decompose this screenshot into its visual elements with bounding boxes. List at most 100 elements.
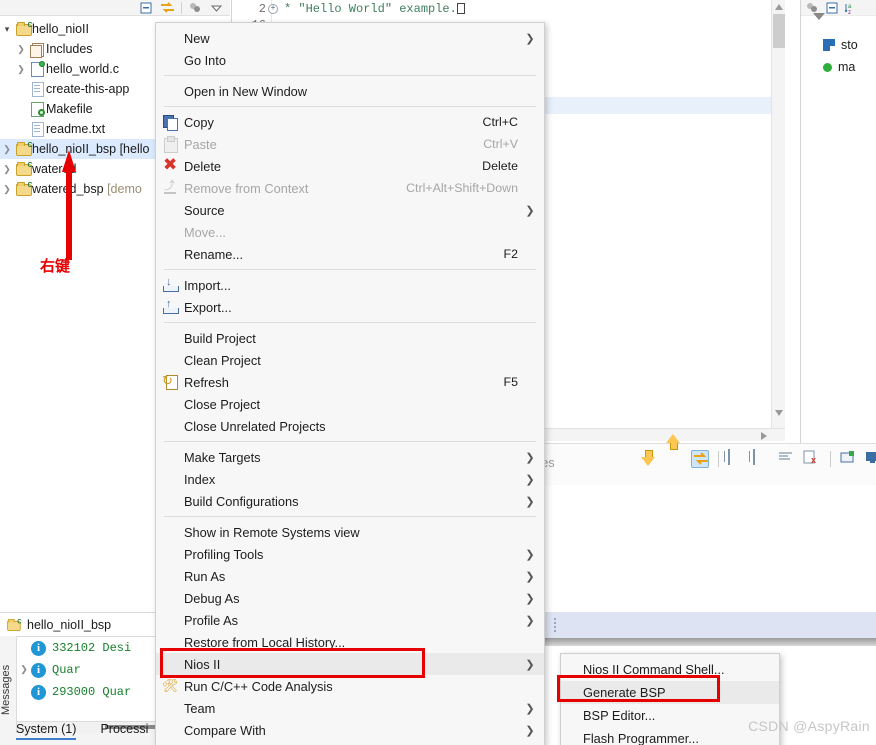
menu-item-build-configurations[interactable]: Build Configurations ❯: [156, 490, 544, 512]
menu-item-rename[interactable]: Rename... F2: [156, 243, 544, 265]
menu-item-profiling-tools[interactable]: Profiling Tools ❯: [156, 543, 544, 565]
project-context-menu[interactable]: New ❯ Go Into Open in New Window Copy Ctrl…: [155, 22, 545, 745]
menu-item-build-project[interactable]: Build Project: [156, 327, 544, 349]
link-with-editor-icon[interactable]: [160, 1, 175, 15]
paste-icon: [156, 136, 184, 153]
menu-item-move: Move...: [156, 221, 544, 243]
wrap-lines-icon[interactable]: [778, 450, 796, 468]
tree-item-label: hello_nioII: [32, 22, 89, 36]
menu-item-paste: Paste Ctrl+V: [156, 133, 544, 155]
outline-item-stdio[interactable]: sto: [801, 34, 876, 56]
fold-expand-icon[interactable]: +: [268, 4, 278, 14]
outline-filter-icon[interactable]: [801, 13, 876, 34]
menu-item-compare-with[interactable]: Compare With ❯: [156, 719, 544, 741]
menu-item-label: Delete: [184, 158, 221, 174]
twisty-icon[interactable]: ❯: [14, 44, 28, 54]
menu-item-restore-from-local-history[interactable]: Restore from Local History...: [156, 631, 544, 653]
c-source-file-icon: [28, 61, 46, 77]
menu-item-run-code-analysis[interactable]: 🛠 Run C/C++ Code Analysis: [156, 675, 544, 697]
scroll-up-icon[interactable]: [666, 450, 684, 468]
outline-toolbar: az: [801, 0, 876, 16]
clear-console-icon[interactable]: x: [803, 450, 821, 468]
collapse-all-icon[interactable]: [139, 1, 154, 15]
messages-view-title[interactable]: C hello_nioII_bsp: [0, 612, 155, 636]
scroll-down-arrow-icon[interactable]: [775, 410, 783, 416]
menu-item-copy[interactable]: Copy Ctrl+C: [156, 111, 544, 133]
menu-item-go-into[interactable]: Go Into: [156, 49, 544, 71]
c-project-folder-icon: C: [14, 22, 33, 36]
menu-item-label: New: [184, 30, 210, 46]
menu-item-nios-ii[interactable]: Nios II ❯: [156, 653, 544, 675]
nios-ii-submenu[interactable]: Nios II Command Shell... Generate BSP BS…: [560, 653, 780, 745]
lock-console-icon[interactable]: [753, 449, 771, 468]
menu-item-open-in-new-window[interactable]: Open in New Window: [156, 80, 544, 102]
outline-item-main[interactable]: ma: [801, 56, 876, 78]
menu-item-delete[interactable]: ✖ Delete Delete: [156, 155, 544, 177]
drag-handle[interactable]: [553, 618, 556, 632]
code-analysis-icon: 🛠: [162, 678, 179, 693]
scroll-up-arrow-icon[interactable]: [775, 4, 783, 10]
menu-item-close-project[interactable]: Close Project: [156, 393, 544, 415]
scrollbar-thumb[interactable]: [773, 14, 785, 48]
submenu-arrow-icon: ❯: [525, 658, 535, 671]
log-text: 332102 Desi: [52, 641, 132, 655]
menu-item-export[interactable]: Export...: [156, 296, 544, 318]
submenu-item-generate-bsp[interactable]: Generate BSP: [561, 681, 779, 704]
menu-item-label: Show in Remote Systems view: [184, 524, 360, 540]
twisty-icon[interactable]: ❯: [0, 184, 14, 194]
scroll-right-arrow-icon[interactable]: [761, 432, 767, 440]
menu-item-make-targets[interactable]: Make Targets ❯: [156, 446, 544, 468]
menu-separator: [164, 269, 536, 270]
submenu-arrow-icon: ❯: [525, 724, 535, 737]
menu-item-source[interactable]: Source ❯: [156, 199, 544, 221]
menu-item-label: Open in New Window: [184, 83, 308, 99]
tab-system[interactable]: System (1): [16, 722, 77, 740]
twisty-icon[interactable]: ❯: [0, 144, 14, 154]
file-icon: [28, 122, 46, 137]
view-menu-icon[interactable]: [805, 1, 820, 15]
menu-separator: [164, 75, 536, 76]
tab-processing[interactable]: Processi: [100, 722, 148, 740]
menu-item-debug-as[interactable]: Debug As ❯: [156, 587, 544, 609]
header-include-icon: [823, 39, 835, 51]
submenu-item-nios-ii-command-shell[interactable]: Nios II Command Shell...: [561, 658, 779, 681]
save-console-icon[interactable]: [728, 449, 746, 468]
submenu-arrow-icon: ❯: [525, 32, 535, 45]
submenu-item-bsp-editor[interactable]: BSP Editor...: [561, 704, 779, 727]
menu-item-label: Nios II: [184, 656, 221, 672]
tree-item-label: readme.txt: [46, 122, 106, 136]
twisty-icon[interactable]: ❯: [17, 665, 31, 675]
collapse-all-icon[interactable]: [825, 1, 840, 15]
menu-item-run-as[interactable]: Run As ❯: [156, 565, 544, 587]
link-toggle-icon[interactable]: [691, 450, 709, 468]
menu-item-import[interactable]: Import...: [156, 274, 544, 296]
menu-item-close-unrelated-projects[interactable]: Close Unrelated Projects: [156, 415, 544, 437]
sort-az-icon[interactable]: az: [844, 1, 860, 16]
open-console-icon[interactable]: [840, 450, 858, 468]
menu-item-profile-as[interactable]: Profile As ❯: [156, 609, 544, 631]
tree-item-label: create-this-app: [46, 82, 130, 96]
editor-vertical-scrollbar[interactable]: [771, 0, 785, 440]
scroll-down-icon[interactable]: [641, 450, 659, 468]
view-dropdown-icon[interactable]: [209, 1, 224, 15]
eclipse-ide-window: ▾ C hello_nioII ❯ Includes ❯ hello_world…: [0, 0, 876, 745]
project-icon: C: [4, 619, 22, 631]
menu-item-index[interactable]: Index ❯: [156, 468, 544, 490]
menu-separator: [164, 322, 536, 323]
submenu-item-flash-programmer[interactable]: Flash Programmer...: [561, 727, 779, 745]
messages-vertical-tab[interactable]: Messages: [0, 640, 15, 740]
menu-item-refresh[interactable]: Refresh F5: [156, 371, 544, 393]
messages-view-title-label: hello_nioII_bsp: [27, 617, 112, 632]
menu-item-clean-project[interactable]: Clean Project: [156, 349, 544, 371]
twisty-icon[interactable]: ▾: [0, 24, 14, 34]
twisty-icon[interactable]: ❯: [0, 164, 14, 174]
menu-item-show-in-remote-systems-view[interactable]: Show in Remote Systems view: [156, 521, 544, 543]
menu-item-team[interactable]: Team ❯: [156, 697, 544, 719]
view-menu-icon[interactable]: [188, 1, 203, 15]
display-console-icon[interactable]: [865, 450, 876, 468]
submenu-arrow-icon: ❯: [525, 592, 535, 605]
twisty-icon[interactable]: ❯: [14, 64, 28, 74]
submenu-arrow-icon: ❯: [525, 570, 535, 583]
menu-item-new[interactable]: New ❯: [156, 27, 544, 49]
tree-item-label: hello_nioII_bsp [hello: [32, 142, 150, 156]
